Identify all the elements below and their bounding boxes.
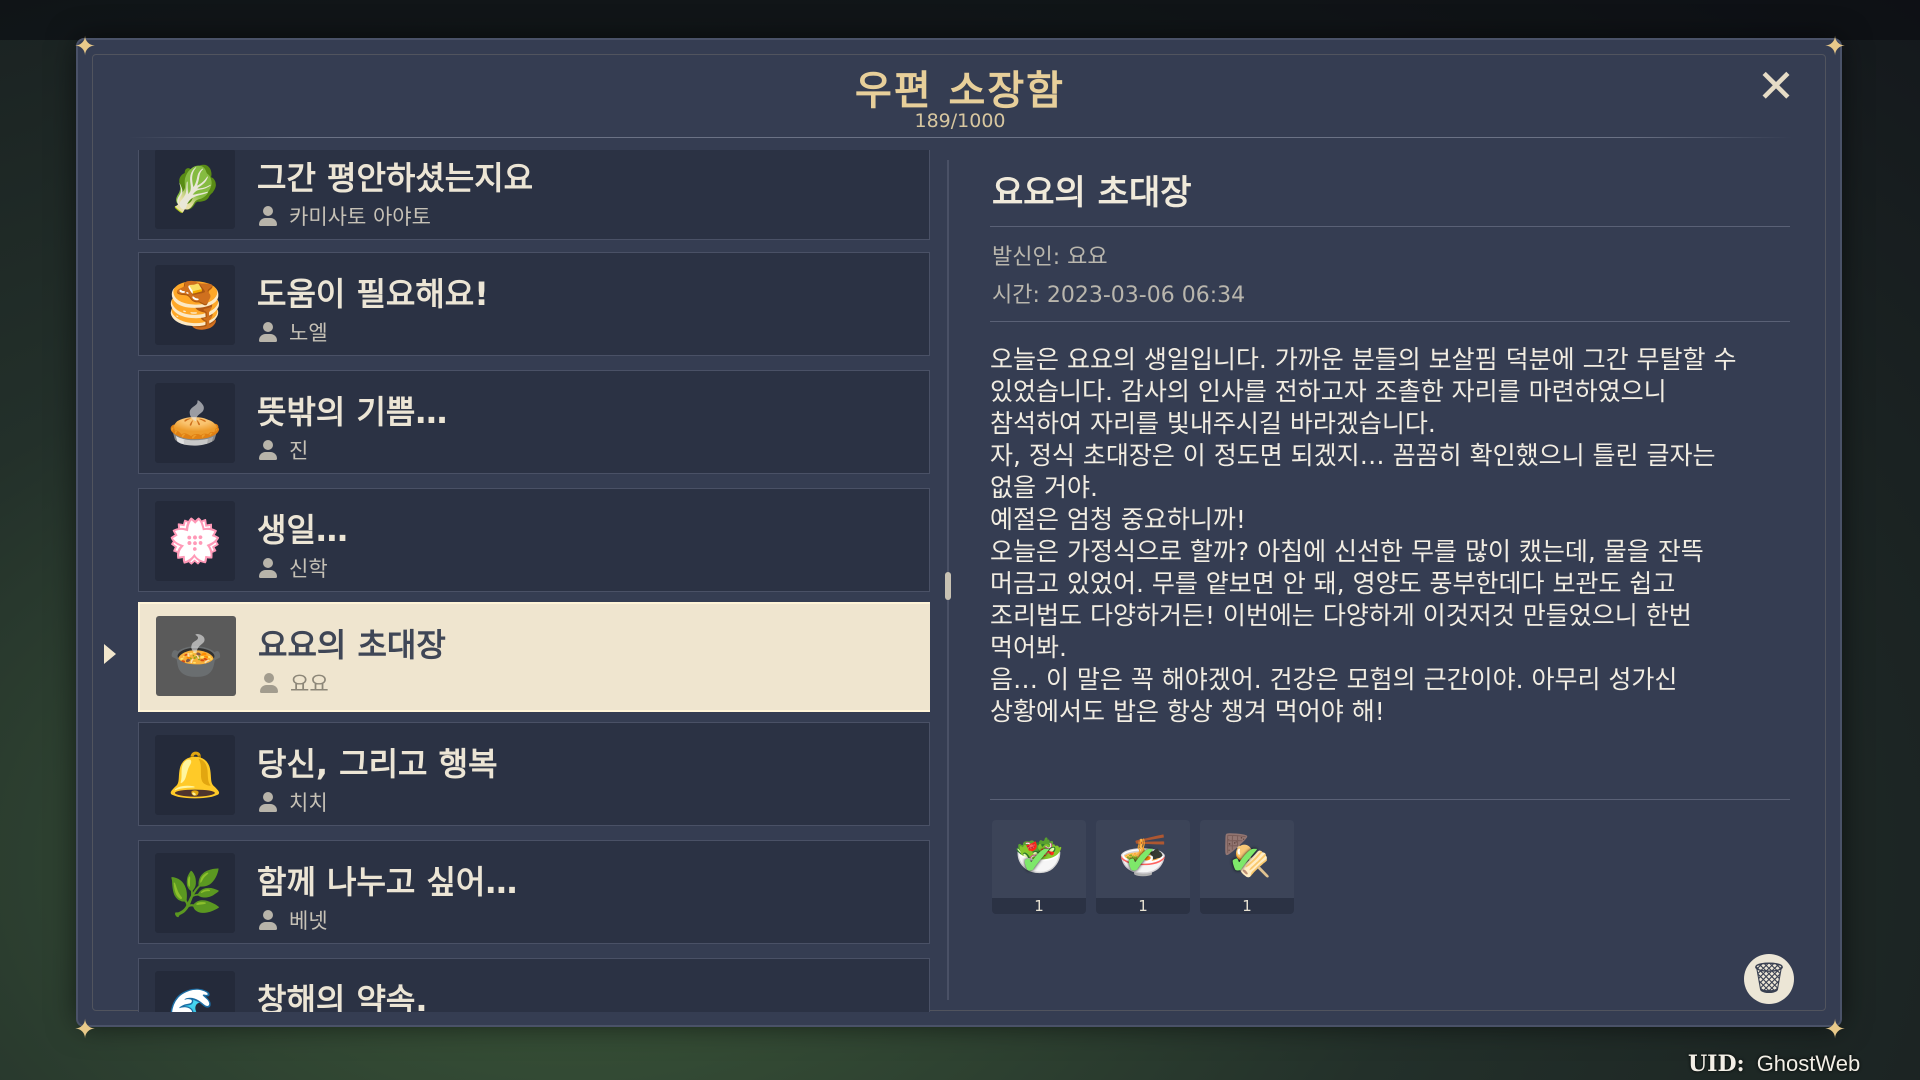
mint-icon: 🌿	[155, 853, 235, 933]
seahorse-icon: 🌊	[155, 971, 235, 1012]
mail-list[interactable]: 🥬 그간 평안하셨는지요 카미사토 아야토 🥞 도움이 필요해요! 노엘 🥧 뜻…	[138, 150, 930, 1012]
mail-subject: 요요의 초대장	[258, 626, 446, 664]
close-icon: ✕	[1756, 59, 1796, 113]
corner-ornament-icon: ✦	[1824, 1015, 1846, 1045]
selected-indicator-icon	[104, 644, 116, 664]
check-icon: ✔	[1228, 838, 1262, 884]
flower-icon: 💮	[155, 501, 235, 581]
mail-detail-title: 요요의 초대장	[992, 173, 1192, 213]
pancake-icon: 🥞	[155, 265, 235, 345]
bellflower-icon: 🔔	[155, 735, 235, 815]
uid-value: GhostWeb	[1756, 1051, 1861, 1076]
background-top-bar	[0, 0, 1920, 40]
mail-list-item[interactable]: 🥧 뜻밖의 기쁨… 진	[138, 370, 930, 474]
mail-sender: 카미사토 아야토	[289, 205, 431, 229]
corner-ornament-icon: ✦	[74, 1015, 96, 1045]
person-icon	[257, 909, 279, 931]
person-icon	[257, 557, 279, 579]
divider	[990, 321, 1790, 322]
person-icon	[257, 439, 279, 461]
mail-subject: 도움이 필요해요!	[257, 275, 489, 313]
mail-detail-body: 오늘은 요요의 생일입니다. 가까운 분들의 보살핌 덕분에 그간 무탈할 수 …	[990, 345, 1737, 726]
attachment-quantity: 1	[1034, 897, 1044, 915]
attachment-quantity: 1	[1138, 897, 1148, 915]
mail-list-item[interactable]: 🌿 함께 나누고 싶어… 베넷	[138, 840, 930, 944]
radish-icon: 🥬	[155, 150, 235, 229]
close-button[interactable]: ✕	[1752, 62, 1800, 110]
title-divider	[128, 137, 1792, 138]
attachment-quantity: 1	[1242, 897, 1252, 915]
attachment-item[interactable]: 🍢 ✔ 1	[1200, 820, 1294, 914]
attachments-divider	[990, 799, 1790, 800]
mail-subject: 그간 평안하셨는지요	[257, 159, 534, 197]
mail-sender: 베넷	[289, 909, 328, 933]
mail-count: 189/1000	[914, 110, 1006, 132]
mail-detail-sender: 발신인: 요요	[992, 245, 1108, 270]
attachments-row: 🥗 ✔ 1 🍜 ✔ 1 🍢 ✔ 1	[992, 820, 1294, 914]
mail-sender: 요요	[290, 672, 329, 696]
attachment-item[interactable]: 🥗 ✔ 1	[992, 820, 1086, 914]
attachment-item[interactable]: 🍜 ✔ 1	[1096, 820, 1190, 914]
mail-subject: 당신, 그리고 행복	[257, 745, 498, 783]
mail-list-item[interactable]: 🥬 그간 평안하셨는지요 카미사토 아야토	[138, 150, 930, 240]
mail-list-item-selected[interactable]: 🍲 요요의 초대장 요요	[138, 602, 930, 712]
delete-button[interactable]: 🗑	[1744, 954, 1794, 1004]
mail-subject: 함께 나누고 싶어…	[257, 863, 518, 901]
person-icon	[258, 672, 280, 694]
person-icon	[257, 205, 279, 227]
uid-display: UID: GhostWeb	[1688, 1051, 1860, 1077]
scrollbar-thumb[interactable]	[945, 572, 951, 600]
mail-subject: 뜻밖의 기쁨…	[257, 393, 448, 431]
pie-icon: 🥧	[155, 383, 235, 463]
check-icon: ✔	[1124, 838, 1158, 884]
divider	[990, 226, 1790, 227]
check-icon: ✔	[1020, 838, 1054, 884]
person-icon	[257, 321, 279, 343]
mail-list-item[interactable]: 🔔 당신, 그리고 행복 치치	[138, 722, 930, 826]
mail-sender: 노엘	[289, 321, 328, 345]
mail-detail-time: 시간: 2023-03-06 06:34	[992, 283, 1246, 308]
page-title: 우편 소장함	[855, 68, 1065, 114]
mail-sender: 치치	[289, 791, 328, 815]
mail-sender: 진	[289, 439, 309, 463]
dish-icon: 🍲	[156, 616, 236, 696]
mail-detail: 요요의 초대장 발신인: 요요 시간: 2023-03-06 06:34 오늘은…	[990, 155, 1790, 728]
mail-list-item[interactable]: 🥞 도움이 필요해요! 노엘	[138, 252, 930, 356]
mail-list-item[interactable]: 💮 생일… 신학	[138, 488, 930, 592]
mail-subject: 생일…	[257, 511, 348, 549]
uid-label: UID:	[1688, 1051, 1745, 1077]
mail-subject: 창해의 약속.	[257, 981, 428, 1012]
trash-icon: 🗑	[1749, 961, 1789, 996]
mail-sender: 신학	[289, 557, 328, 581]
person-icon	[257, 791, 279, 813]
mail-list-item[interactable]: 🌊 창해의 약속.	[138, 958, 930, 1012]
